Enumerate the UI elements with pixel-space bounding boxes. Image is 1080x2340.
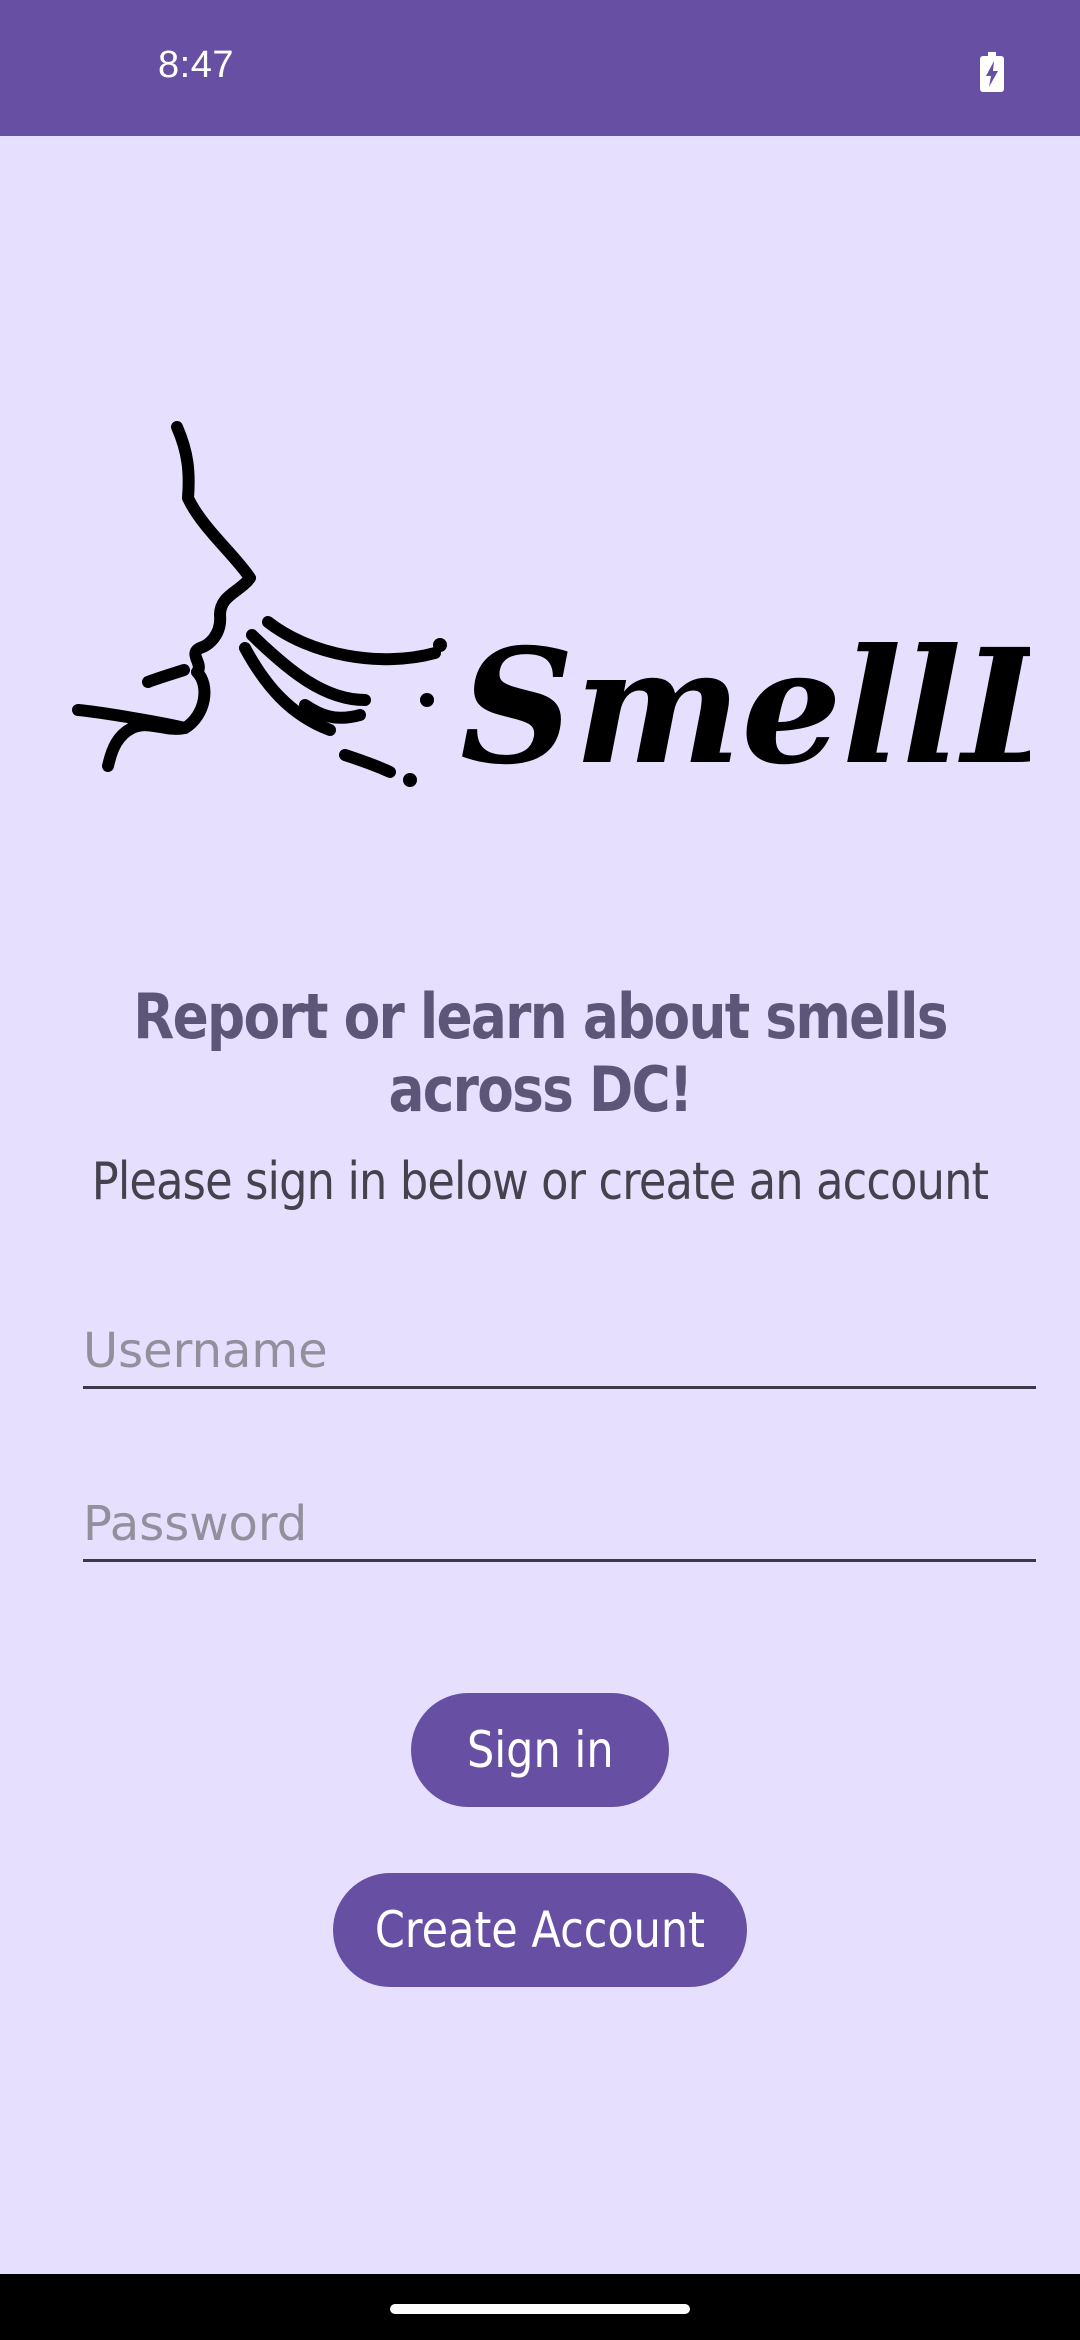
create-account-button-label: Create Account bbox=[374, 1901, 706, 1959]
subtitle: Please sign in below or create an accoun… bbox=[91, 1152, 989, 1212]
face-smelling-icon bbox=[72, 421, 441, 778]
sign-in-button-label: Sign in bbox=[466, 1721, 614, 1779]
home-indicator[interactable] bbox=[390, 2304, 690, 2314]
battery-charging-icon bbox=[980, 52, 1004, 92]
status-time: 8:47 bbox=[158, 44, 234, 86]
navigation-bar bbox=[0, 2274, 1080, 2340]
sign-in-button[interactable]: Sign in bbox=[411, 1693, 669, 1807]
password-field[interactable] bbox=[83, 1489, 1036, 1562]
status-bar: 8:47 bbox=[0, 0, 1080, 136]
logo-text: SmellDC bbox=[460, 615, 1030, 800]
create-account-button[interactable]: Create Account bbox=[333, 1873, 747, 1987]
tagline: Report or learn about smells across DC! bbox=[133, 980, 948, 1126]
app-logo: SmellDC bbox=[72, 421, 1030, 800]
username-field[interactable] bbox=[83, 1316, 1036, 1389]
